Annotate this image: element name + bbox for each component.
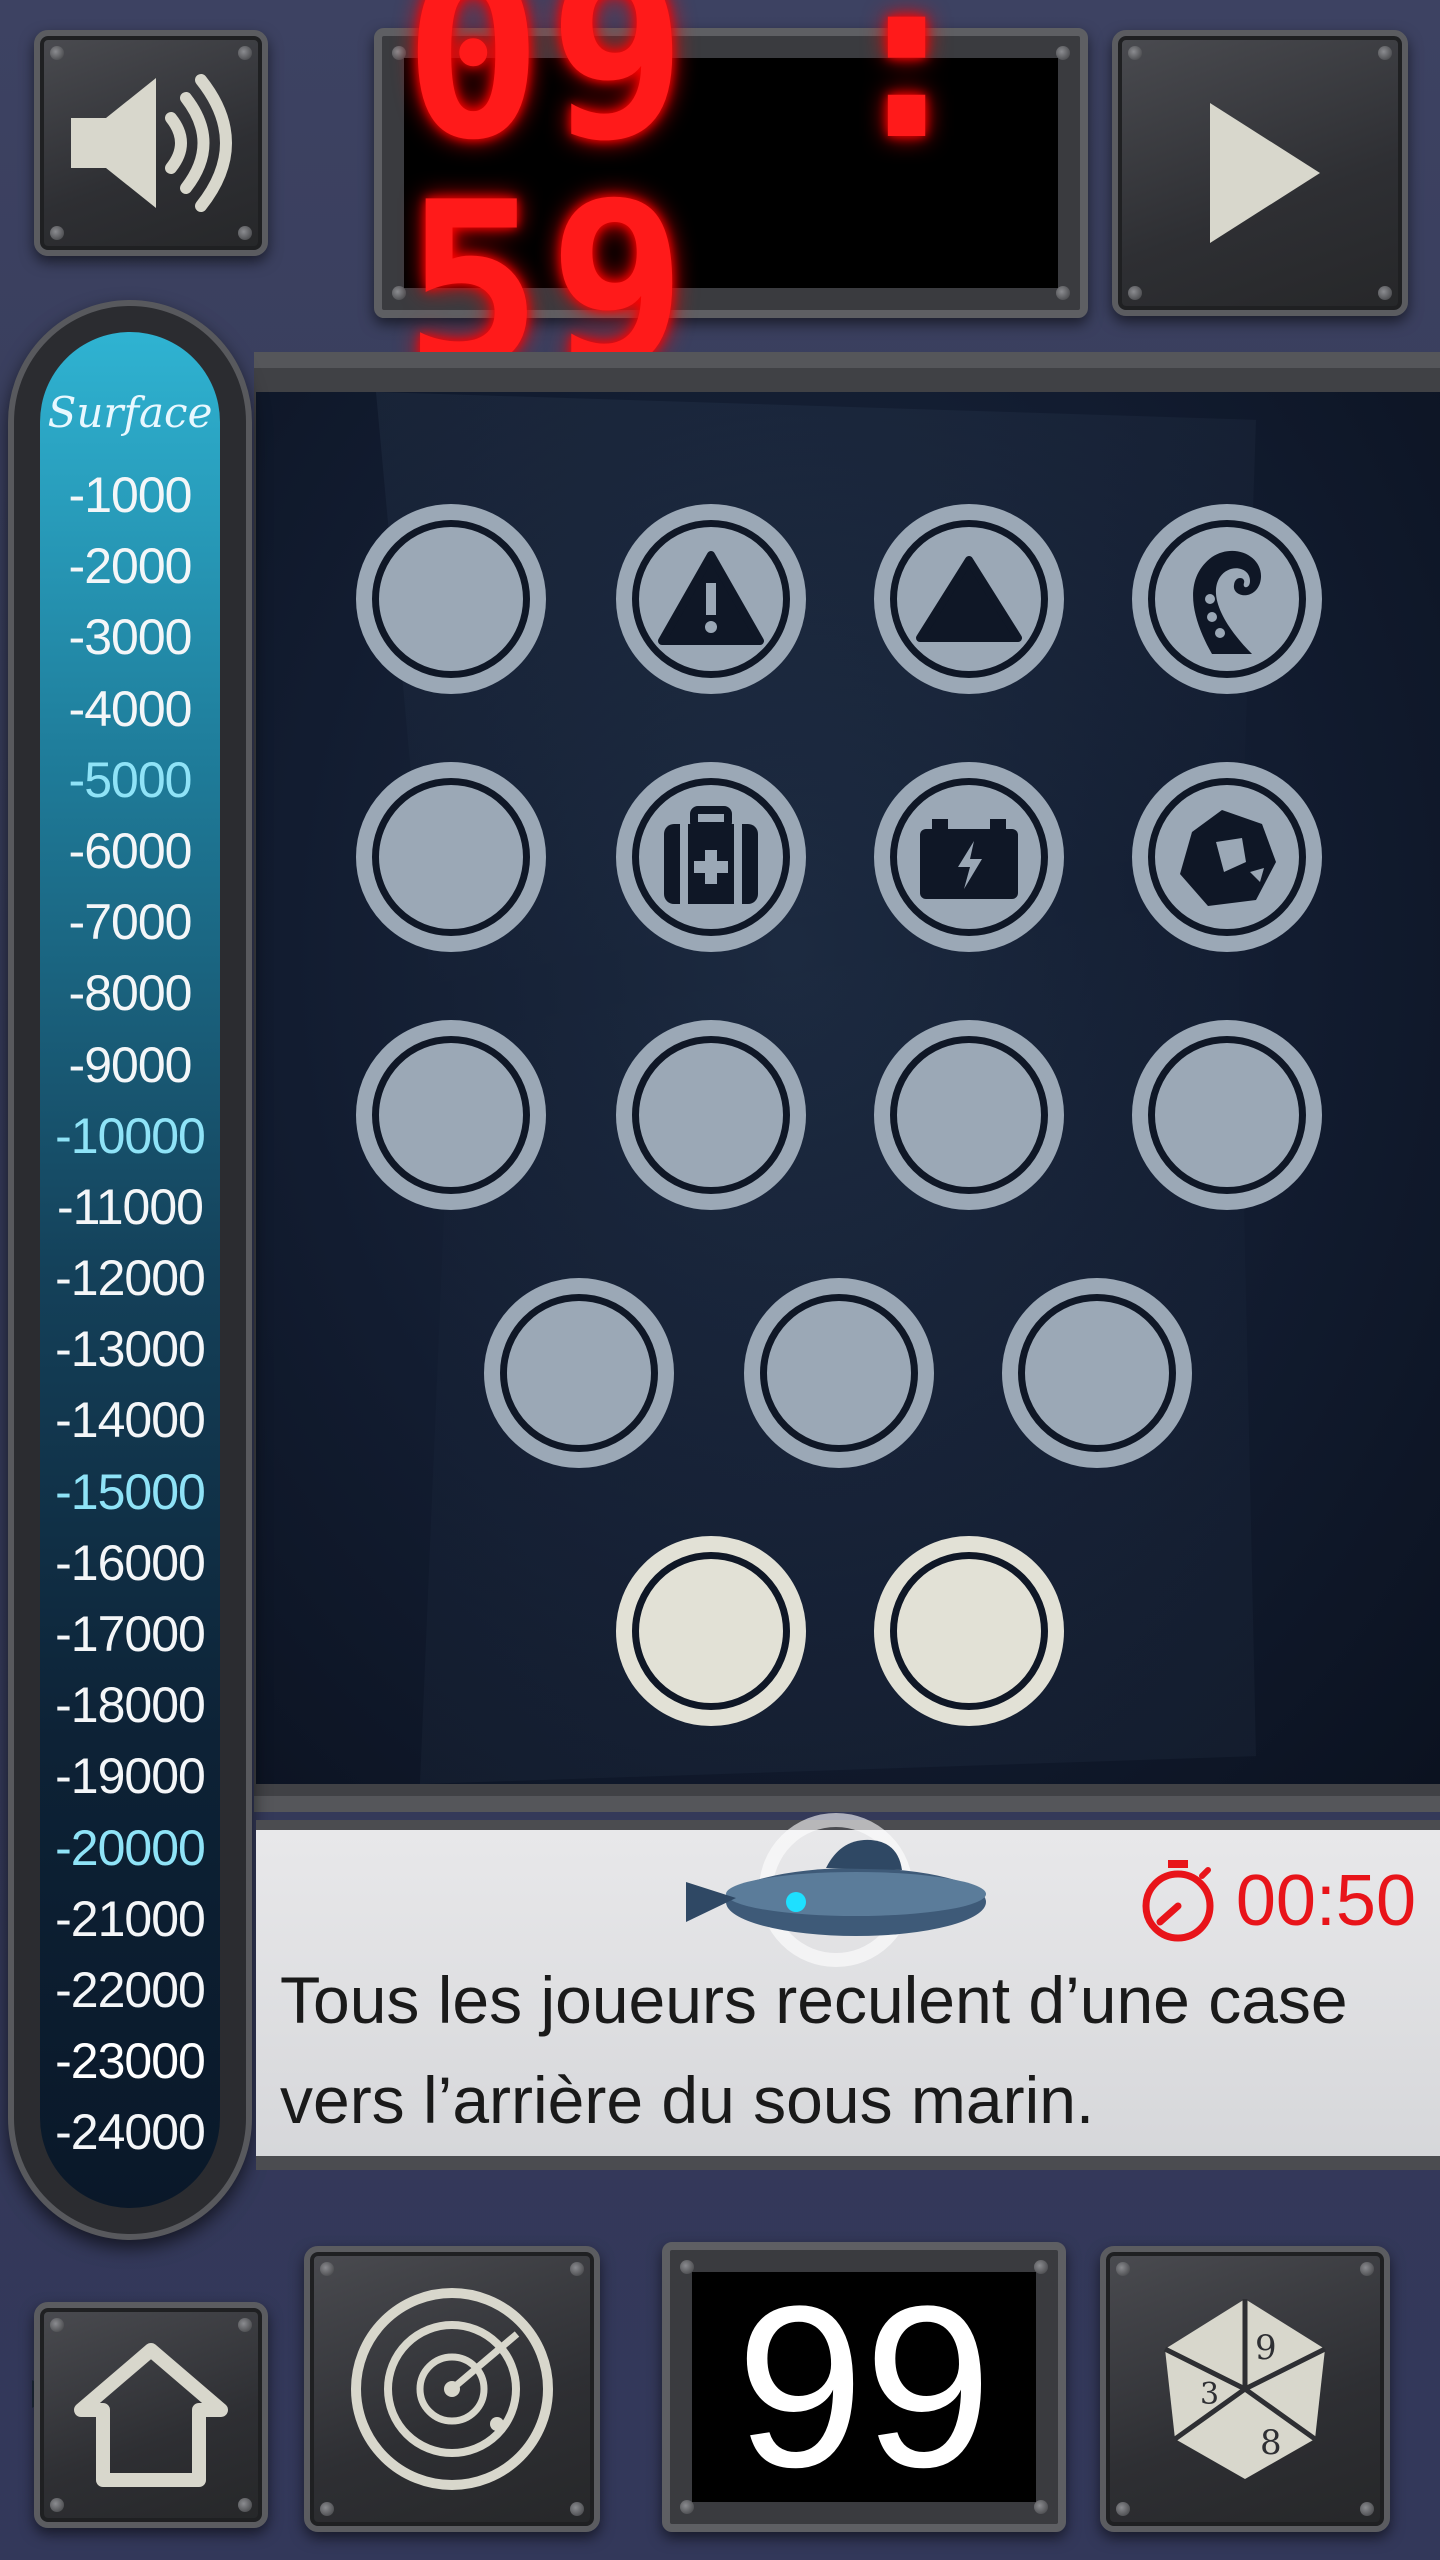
board-cell-battery[interactable]: [874, 762, 1064, 952]
depth-level: -7000: [68, 894, 193, 951]
dice-icon: 9 3 8: [1163, 2299, 1327, 2479]
board-cell[interactable]: [874, 1020, 1064, 1210]
medkit-icon: [664, 806, 758, 904]
counter-display: 99: [662, 2242, 1066, 2532]
radar-icon: [351, 2288, 553, 2490]
rock-icon: [1180, 810, 1276, 906]
depth-level: -20000: [55, 1819, 206, 1876]
warning-icon: [658, 551, 764, 645]
radar-button[interactable]: [304, 2246, 600, 2532]
depth-level: -6000: [68, 822, 193, 879]
event-timer-text: 00:50: [1235, 1861, 1416, 1941]
play-button[interactable]: [1112, 30, 1408, 316]
svg-text:8: 8: [1260, 2423, 1282, 2463]
board-cell[interactable]: [356, 1020, 546, 1210]
board-cell[interactable]: [356, 504, 546, 694]
home-button[interactable]: [34, 2302, 268, 2528]
board-cell-tentacle[interactable]: [1132, 504, 1322, 694]
depth-level-current: -23000: [55, 2033, 206, 2090]
dice-button[interactable]: 9 3 8: [1100, 2246, 1390, 2532]
game-timer-text: 09 : 59: [404, 0, 982, 421]
svg-text:9: 9: [1255, 2328, 1277, 2368]
board-cell[interactable]: [616, 1020, 806, 1210]
play-icon: [1210, 103, 1320, 243]
depth-level: -2000: [68, 538, 193, 595]
depth-level: -9000: [68, 1036, 193, 1093]
surface-label: Surface: [47, 388, 213, 437]
depth-level: -11000: [57, 1178, 204, 1235]
board-cell-start[interactable]: [616, 1536, 806, 1726]
board-cell-medkit[interactable]: [616, 762, 806, 952]
speaker-icon: [71, 74, 232, 212]
depth-level: -10000: [55, 1107, 206, 1164]
game-timer-display: 09 : 59: [374, 0, 1088, 403]
board-cell[interactable]: [356, 762, 546, 952]
board-cell-rock[interactable]: [1132, 762, 1322, 952]
depth-level: -22000: [55, 1961, 206, 2018]
home-icon: [74, 2343, 228, 2487]
event-timer: 00:50: [1138, 1858, 1416, 1944]
counter-text: 99: [736, 2258, 992, 2515]
depth-level: -5000: [68, 751, 193, 808]
depth-level: -12000: [55, 1250, 206, 1307]
battery-icon: [920, 819, 1018, 899]
sound-button[interactable]: [34, 30, 268, 256]
board-cell[interactable]: [1002, 1278, 1192, 1468]
depth-level: -14000: [55, 1392, 206, 1449]
board-cell-warning[interactable]: [616, 504, 806, 694]
board-cell-triangle[interactable]: [874, 504, 1064, 694]
depth-level: -15000: [55, 1463, 206, 1520]
depth-level: -4000: [68, 680, 193, 737]
game-screen: 09 : 59 Surface -1000 -2000 -3000 -4000 …: [0, 0, 1440, 2560]
depth-level: -16000: [55, 1534, 206, 1591]
depth-level: -3000: [68, 609, 193, 666]
depth-level: -8000: [68, 965, 193, 1022]
event-card: 00:50 Tous les joueurs reculent d’une ca…: [256, 1813, 1440, 2170]
board-cell[interactable]: [1132, 1020, 1322, 1210]
depth-levels: -1000 -2000 -3000 -4000 -5000 -6000 -700…: [40, 460, 220, 2169]
board-cell-start[interactable]: [874, 1536, 1064, 1726]
depth-level: -24000: [55, 2104, 206, 2161]
depth-level: -19000: [55, 1748, 206, 1805]
depth-gauge: Surface -1000 -2000 -3000 -4000 -5000 -6…: [8, 300, 252, 2412]
board-cell[interactable]: [744, 1278, 934, 1468]
stopwatch-icon: [1142, 1860, 1214, 1942]
depth-level: -21000: [55, 1890, 206, 1947]
depth-level: -1000: [68, 467, 193, 523]
game-board: [256, 392, 1440, 1784]
event-description: Tous les joueurs reculent d’une case ver…: [280, 1963, 1348, 2137]
triangle-icon: [916, 556, 1022, 642]
depth-level: -17000: [55, 1606, 206, 1662]
board-cell[interactable]: [484, 1278, 674, 1468]
depth-level: -18000: [55, 1677, 206, 1734]
depth-level: -13000: [55, 1321, 206, 1378]
svg-text:3: 3: [1200, 2377, 1219, 2412]
tentacle-icon: [1193, 550, 1262, 654]
